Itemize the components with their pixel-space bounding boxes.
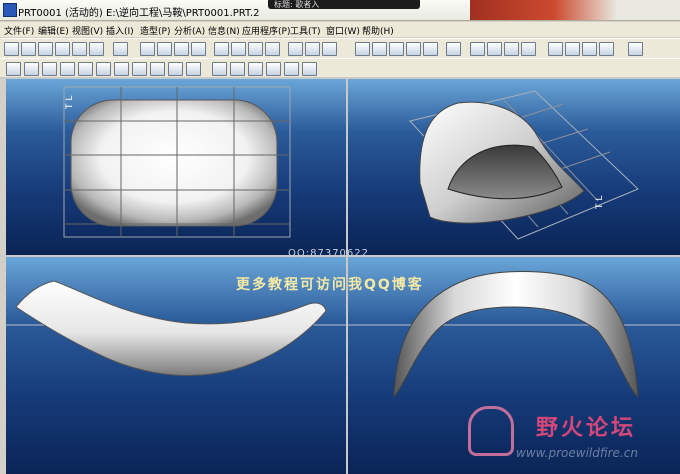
cut-icon[interactable] — [214, 42, 229, 56]
offset-icon[interactable] — [230, 62, 245, 76]
select-icon[interactable] — [140, 42, 155, 56]
menu-applications[interactable]: 应用程序(P) — [242, 24, 290, 37]
menu-tools[interactable]: 工具(T) — [290, 24, 321, 37]
coordinate-system-icon[interactable] — [599, 42, 614, 56]
forum-url: www.proewildfire.cn — [516, 446, 638, 460]
no-hidden-icon[interactable] — [504, 42, 519, 56]
menu-help[interactable]: 帮助(H) — [362, 24, 394, 37]
shading-icon[interactable] — [521, 42, 536, 56]
saddle-shape-top[interactable] — [70, 99, 278, 227]
menu-analysis[interactable]: 分析(A) — [174, 24, 205, 37]
saddle-shape-front[interactable] — [15, 280, 327, 377]
save-icon[interactable] — [38, 42, 53, 56]
axis-label: T L — [65, 96, 75, 110]
repaint-icon[interactable] — [355, 42, 370, 56]
datum-point-icon[interactable] — [582, 42, 597, 56]
media-player-strip[interactable]: 标题: 歌者入 — [268, 0, 420, 9]
copy-feature-icon[interactable] — [231, 42, 246, 56]
curvature-icon[interactable] — [186, 62, 201, 76]
style-icon[interactable] — [60, 62, 75, 76]
app-icon — [3, 3, 17, 17]
print-icon[interactable] — [55, 42, 70, 56]
find-icon[interactable] — [288, 42, 303, 56]
new-file-icon[interactable] — [4, 42, 19, 56]
datum-axis-icon[interactable] — [565, 42, 580, 56]
layout-grid-icon[interactable] — [628, 42, 643, 56]
deviation-icon[interactable] — [302, 62, 317, 76]
promo-watermark: 更多教程可访问我QQ博客 — [236, 277, 424, 293]
title-decoration — [470, 0, 680, 20]
measure-icon[interactable] — [150, 62, 165, 76]
menu-file[interactable]: 文件(F) — [4, 24, 34, 37]
curve-analysis-icon[interactable] — [96, 62, 111, 76]
forum-logo-text: 野火论坛 — [536, 416, 637, 441]
media-title: 标题: 歌者入 — [274, 0, 320, 9]
saddle-shape-side[interactable] — [393, 271, 639, 399]
shade-analysis-icon[interactable] — [248, 62, 263, 76]
close-window-icon[interactable] — [113, 42, 128, 56]
open-file-icon[interactable] — [21, 42, 36, 56]
forum-logo-icon — [468, 406, 514, 456]
qq-watermark: QQ:87370622 — [288, 248, 370, 259]
binoculars-icon[interactable] — [305, 42, 320, 56]
paste-icon[interactable] — [248, 42, 263, 56]
saved-views-icon[interactable] — [423, 42, 438, 56]
main-toolbar — [0, 38, 680, 59]
sphere-icon[interactable] — [78, 62, 93, 76]
redo-icon[interactable] — [174, 42, 189, 56]
reflection-icon[interactable] — [114, 62, 129, 76]
copy-icon[interactable] — [72, 42, 87, 56]
email-icon[interactable] — [89, 42, 104, 56]
iso-view-svg: T L — [409, 90, 639, 240]
boundary-blend-icon[interactable] — [42, 62, 57, 76]
appearance-icon[interactable] — [446, 42, 461, 56]
menu-view[interactable]: 视图(V) — [72, 24, 103, 37]
undo-icon[interactable] — [157, 42, 172, 56]
menu-bar: 文件(F) 编辑(E) 视图(V) 插入(I) 造型(P) 分析(A) 信息(N… — [0, 22, 680, 37]
selection-filter-icon[interactable] — [322, 42, 337, 56]
delete-analysis-icon[interactable] — [168, 62, 183, 76]
feature-toolbar — [0, 58, 680, 79]
menu-insert[interactable]: 插入(I) — [106, 24, 134, 37]
sketch-icon[interactable] — [6, 62, 21, 76]
paste-special-icon[interactable] — [265, 42, 280, 56]
menu-edit[interactable]: 编辑(E) — [38, 24, 69, 37]
layers-icon[interactable] — [406, 42, 421, 56]
color-map-icon[interactable] — [266, 62, 281, 76]
dihedral-icon[interactable] — [284, 62, 299, 76]
zoom-icon[interactable] — [372, 42, 387, 56]
hidden-line-icon[interactable] — [487, 42, 502, 56]
window-title: PRT0001 (活动的) E:\逆向工程\马鞍\PRT0001.PRT.2 — [18, 8, 260, 19]
title-bar: PRT0001 (活动的) E:\逆向工程\马鞍\PRT0001.PRT.2 标… — [0, 0, 680, 21]
viewport-top-right[interactable]: T L — [348, 79, 680, 255]
wireframe-icon[interactable] — [470, 42, 485, 56]
surface-icon[interactable] — [24, 62, 39, 76]
axis-label: T L — [595, 196, 605, 210]
datum-plane-icon[interactable] — [548, 42, 563, 56]
section-icon[interactable] — [212, 62, 227, 76]
menu-window[interactable]: 窗口(W) — [326, 24, 360, 37]
top-view-svg: T L — [63, 86, 291, 238]
menu-modeling[interactable]: 造型(P) — [140, 24, 170, 37]
draft-check-icon[interactable] — [132, 62, 147, 76]
orient-icon[interactable] — [389, 42, 404, 56]
menu-info[interactable]: 信息(N) — [208, 24, 240, 37]
regenerate-icon[interactable] — [191, 42, 206, 56]
viewport-top-left[interactable]: T L — [6, 79, 346, 255]
